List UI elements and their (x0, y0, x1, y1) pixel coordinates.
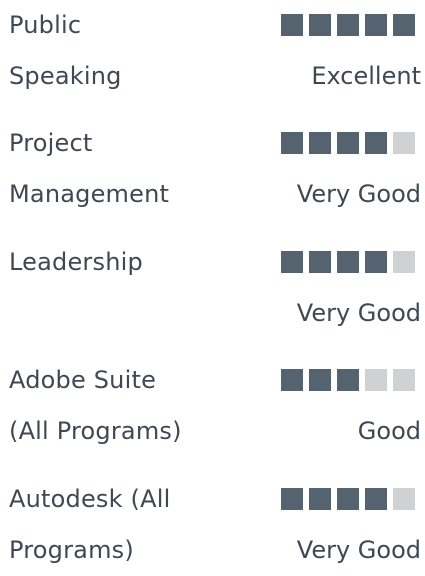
skill-level: Excellent (311, 62, 421, 90)
rating-bar (281, 132, 421, 154)
rating-bar (281, 251, 421, 273)
skills-list: Public Speaking Excellent Project Manage… (0, 0, 425, 576)
skill-name-line-1: Leadership (9, 248, 143, 276)
skill-name-line-1: Public (9, 11, 82, 39)
rating-block-filled (365, 251, 387, 273)
skill-name-line-1: Adobe Suite (9, 366, 157, 394)
skill-name: Adobe Suite (All Programs) (9, 355, 229, 457)
rating-block-empty (393, 132, 415, 154)
rating-bar (281, 369, 421, 391)
rating-block-empty (393, 488, 415, 510)
rating-block-filled (281, 251, 303, 273)
rating-block-filled (365, 488, 387, 510)
rating-block-filled (281, 488, 303, 510)
rating-block-filled (309, 132, 331, 154)
rating-block-filled (337, 369, 359, 391)
rating-block-filled (309, 488, 331, 510)
rating-block-filled (309, 251, 331, 273)
skill-name-line-2: Programs) (9, 536, 134, 564)
rating-block-filled (281, 14, 303, 36)
skill-name-line-2: Management (9, 180, 170, 208)
skill-level: Very Good (296, 180, 421, 208)
rating-block-filled (365, 14, 387, 36)
skill-level: Good (357, 417, 421, 445)
rating-block-filled (337, 14, 359, 36)
skill-name-line-1: Project (9, 129, 93, 157)
rating-block-filled (337, 251, 359, 273)
rating-bar (281, 488, 421, 510)
rating-block-filled (309, 369, 331, 391)
skill-name: Autodesk (All Programs) (9, 474, 229, 576)
rating-block-empty (393, 251, 415, 273)
skill-name: Leadership (9, 237, 229, 288)
skill-name-line-2: (All Programs) (9, 417, 182, 445)
rating-block-filled (337, 132, 359, 154)
rating-block-filled (337, 488, 359, 510)
skill-name: Project Management (9, 118, 229, 220)
skill-name-line-1: Autodesk (All (9, 485, 171, 513)
rating-block-filled (393, 14, 415, 36)
skill-level: Very Good (296, 536, 421, 564)
rating-bar (281, 14, 421, 36)
rating-block-filled (281, 369, 303, 391)
skill-item-autodesk: Autodesk (All Programs) Very Good (0, 474, 425, 574)
skill-item-public-speaking: Public Speaking Excellent (0, 0, 425, 100)
skill-item-project-management: Project Management Very Good (0, 118, 425, 218)
skill-name-line-2: Speaking (9, 62, 122, 90)
rating-block-filled (365, 132, 387, 154)
skill-item-adobe-suite: Adobe Suite (All Programs) Good (0, 355, 425, 455)
rating-block-filled (281, 132, 303, 154)
rating-block-filled (309, 14, 331, 36)
rating-block-empty (393, 369, 415, 391)
skill-level: Very Good (296, 299, 421, 327)
skill-item-leadership: Leadership Very Good (0, 237, 425, 337)
skill-name: Public Speaking (9, 0, 229, 102)
rating-block-empty (365, 369, 387, 391)
